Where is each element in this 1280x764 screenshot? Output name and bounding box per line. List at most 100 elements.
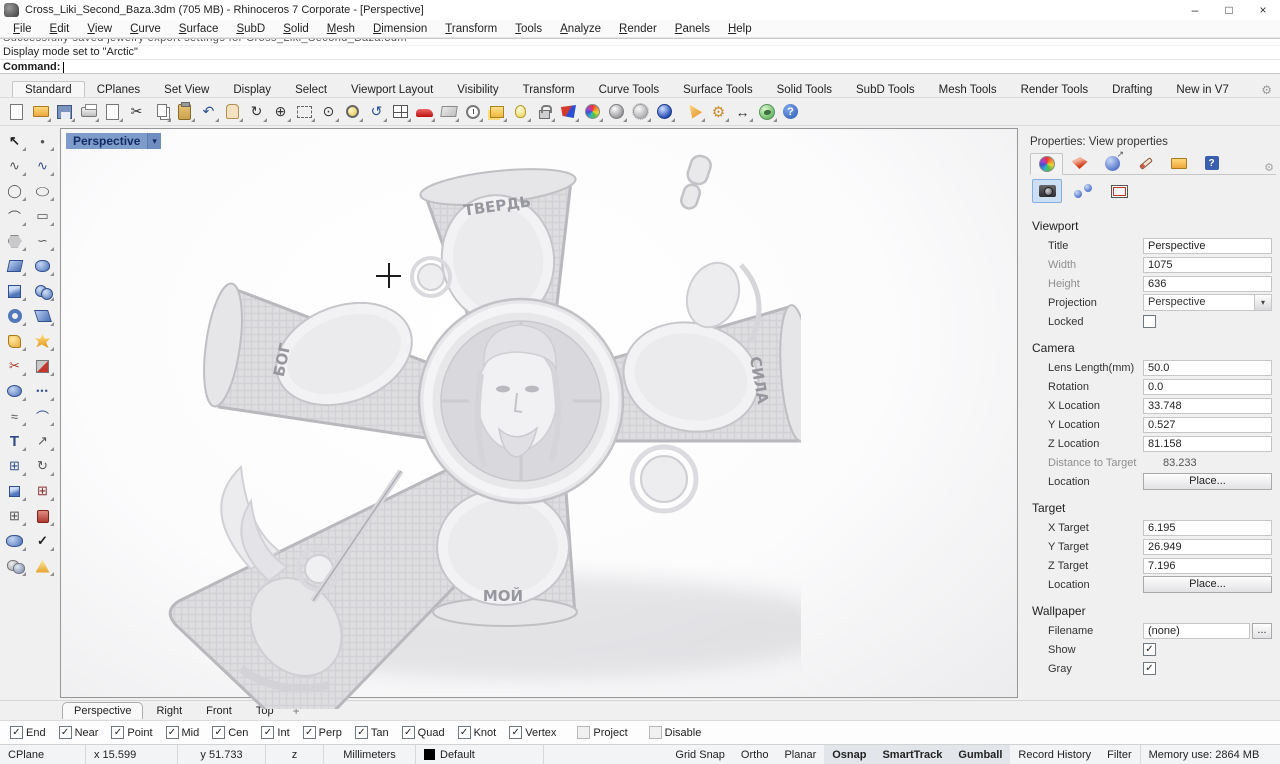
x-target-field[interactable]: 6.195 — [1143, 520, 1272, 536]
select-tool-icon[interactable]: ↖ — [2, 130, 27, 152]
end-checkbox[interactable] — [10, 726, 23, 739]
zoom-selected-icon[interactable]: ⊙ — [317, 101, 340, 123]
project-checkbox[interactable] — [577, 726, 590, 739]
show-checkbox[interactable] — [1143, 643, 1156, 656]
text-tool-icon[interactable]: T — [2, 430, 27, 452]
filter-toggle[interactable]: Filter — [1099, 745, 1139, 764]
perspective-viewport[interactable]: Perspective ▾ — [60, 128, 1018, 698]
osnap-near[interactable]: Near — [59, 726, 99, 739]
close-button[interactable]: × — [1246, 0, 1280, 20]
toolbar-tab-transform[interactable]: Transform — [511, 82, 587, 97]
menu-subd[interactable]: SubD — [227, 22, 274, 36]
osnap-point[interactable]: Point — [111, 726, 152, 739]
freeform-curve-tool-icon[interactable]: ∽ — [30, 230, 55, 252]
toolbar-tab-mesh-tools[interactable]: Mesh Tools — [927, 82, 1009, 97]
cen-checkbox[interactable] — [212, 726, 225, 739]
menu-dimension[interactable]: Dimension — [364, 22, 436, 36]
copy-icon[interactable] — [149, 101, 172, 123]
layer-state-icon[interactable] — [485, 101, 508, 123]
menu-file[interactable]: File — [4, 22, 41, 36]
toolbar-tab-solid-tools[interactable]: Solid Tools — [765, 82, 844, 97]
command-input[interactable]: Command: — [0, 59, 1280, 74]
dimension-icon[interactable]: ↔ — [731, 101, 754, 123]
viewport-layout-icon[interactable] — [389, 101, 412, 123]
help-tab[interactable]: ? — [1195, 152, 1228, 174]
paste-icon[interactable] — [173, 101, 196, 123]
filename-field[interactable]: (none) — [1143, 623, 1250, 639]
toolbar-gear-icon[interactable]: ⚙ — [1261, 83, 1272, 97]
panel-settings-gear-icon[interactable]: ⚙ — [1264, 161, 1274, 174]
maximize-button[interactable]: □ — [1212, 0, 1246, 20]
screen-subtab[interactable] — [1104, 179, 1134, 203]
arc-tool-icon[interactable]: ⌒ — [2, 205, 27, 227]
toolbar-tab-surface-tools[interactable]: Surface Tools — [671, 82, 764, 97]
lens-length-field[interactable]: 50.0 — [1143, 360, 1272, 376]
array-grid-tool-icon[interactable]: ⊞ — [2, 505, 27, 527]
display-mode-icon[interactable] — [557, 101, 580, 123]
zoom-extents-icon[interactable] — [341, 101, 364, 123]
osnap-end[interactable]: End — [10, 726, 46, 739]
object-visibility-icon[interactable] — [509, 101, 532, 123]
osnap-cen[interactable]: Cen — [212, 726, 248, 739]
cplane-cell[interactable]: CPlane — [0, 745, 86, 764]
point-cloud-tool-icon[interactable]: ••• — [30, 380, 55, 402]
units-cell[interactable]: Millimeters — [324, 745, 416, 764]
disable-checkbox[interactable] — [649, 726, 662, 739]
projection-dropdown[interactable]: Perspective ▾ — [1143, 294, 1272, 311]
knot-checkbox[interactable] — [458, 726, 471, 739]
zoom-dynamic-icon[interactable]: ⊕ — [269, 101, 292, 123]
array-linear-tool-icon[interactable]: ⊞ — [30, 480, 55, 502]
osnap-int[interactable]: Int — [261, 726, 289, 739]
page-setup-icon[interactable] — [101, 101, 124, 123]
check-continuity-tool-icon[interactable]: ✓ — [30, 530, 55, 552]
undo-view-icon[interactable]: ↺ — [365, 101, 388, 123]
osnap-disable[interactable]: Disable — [649, 726, 702, 739]
polygon-tool-icon[interactable] — [2, 230, 27, 252]
undo-icon[interactable]: ↶ — [197, 101, 220, 123]
box-tool-icon[interactable] — [2, 280, 27, 302]
shaded-viewport-icon[interactable] — [605, 101, 628, 123]
single-point-tool-icon[interactable]: • — [30, 130, 55, 152]
menu-transform[interactable]: Transform — [436, 22, 506, 36]
locked-checkbox[interactable] — [1143, 315, 1156, 328]
torus-tool-icon[interactable] — [2, 305, 27, 327]
options-gear-icon[interactable]: ⚙ — [707, 101, 730, 123]
osnap-vertex[interactable]: Vertex — [509, 726, 556, 739]
title-field[interactable]: Perspective — [1143, 238, 1272, 254]
ortho-toggle[interactable]: Ortho — [733, 745, 777, 764]
move-tool-icon[interactable]: ↗ — [30, 430, 55, 452]
object-properties-tab[interactable] — [1030, 153, 1063, 175]
light-subtab[interactable] — [1068, 179, 1098, 203]
z-location-field[interactable]: 81.158 — [1143, 436, 1272, 452]
smarttrack-toggle[interactable]: SmartTrack — [874, 745, 950, 764]
explode-tool-icon[interactable] — [2, 330, 27, 352]
menu-analyze[interactable]: Analyze — [551, 22, 610, 36]
toolbar-tab-drafting[interactable]: Drafting — [1100, 82, 1164, 97]
control-point-curve-tool-icon[interactable]: ∿ — [2, 155, 27, 177]
tan-checkbox[interactable] — [355, 726, 368, 739]
ellipse-tool-icon[interactable]: ◯ — [30, 180, 55, 202]
surface-from-points-tool-icon[interactable] — [2, 255, 27, 277]
camera-place-button[interactable]: Place... — [1143, 473, 1272, 490]
patch-surface-tool-icon[interactable] — [30, 255, 55, 277]
osnap-tan[interactable]: Tan — [355, 726, 389, 739]
boolean-union-tool-icon[interactable] — [2, 530, 27, 552]
y-location-field[interactable]: 0.527 — [1143, 417, 1272, 433]
toolbar-tab-display[interactable]: Display — [221, 82, 283, 97]
rendered-viewport-icon[interactable] — [653, 101, 676, 123]
trim-tool-icon[interactable]: ✂ — [2, 355, 27, 377]
sphere-tool-icon[interactable] — [30, 280, 55, 302]
menu-tools[interactable]: Tools — [506, 22, 551, 36]
point-checkbox[interactable] — [111, 726, 124, 739]
scale-tool-icon[interactable] — [2, 480, 27, 502]
blend-surface-tool-icon[interactable] — [30, 305, 55, 327]
osnap-mid[interactable]: Mid — [166, 726, 200, 739]
osnap-quad[interactable]: Quad — [402, 726, 445, 739]
record-history-toggle[interactable]: Record History — [1010, 745, 1099, 764]
menu-solid[interactable]: Solid — [274, 22, 318, 36]
target-place-button[interactable]: Place... — [1143, 576, 1272, 593]
web-browser-icon[interactable] — [755, 101, 778, 123]
boolean-difference-tool-icon[interactable] — [2, 555, 27, 577]
toolbar-tab-cplanes[interactable]: CPlanes — [85, 82, 152, 97]
cut-icon[interactable]: ✂ — [125, 101, 148, 123]
